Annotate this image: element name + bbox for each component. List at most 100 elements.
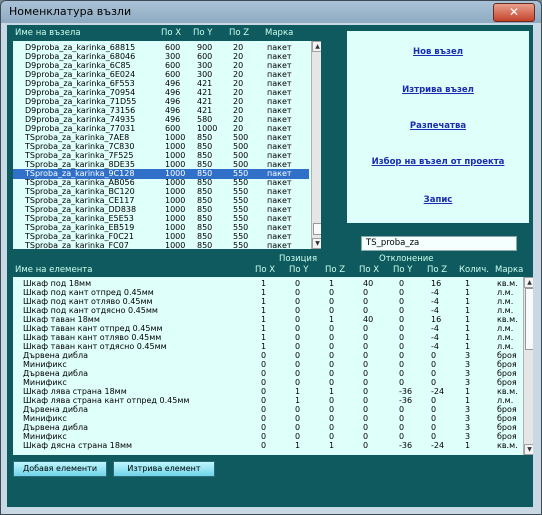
element-row[interactable]: Шкаф под кант отдясно 0.45мм 1 0 0 0 0 -4 1 л.м. xyxy=(13,306,521,316)
element-row[interactable]: Шкаф таван 18мм 1 0 1 40 0 16 1 кв.м. xyxy=(13,315,521,325)
node-name: TSproba_za_karinka_DD838 xyxy=(25,205,137,214)
element-row[interactable]: Минификс 0 0 0 0 0 0 3 броя xyxy=(13,414,521,424)
scroll-down-button[interactable]: ▼ xyxy=(312,238,321,249)
element-pos-z: 0 xyxy=(329,333,335,342)
node-x: 496 xyxy=(165,79,181,88)
node-row[interactable]: D9proba_za_karinka_6E024 600 300 20 пакет xyxy=(13,70,309,80)
element-row[interactable]: Шкаф таван кант отляво 0.45мм 1 0 0 0 0 -4 1 л.м… xyxy=(13,333,521,343)
nodes-list[interactable]: TSproba_za_karinka_FC07 1000 850 550 пакет TS… xyxy=(13,41,321,249)
node-row[interactable]: TSproba_za_karinka_8DE35 1000 850 500 пакет xyxy=(13,160,309,170)
node-row[interactable]: TSproba_za_karinka_BC120 1000 850 550 пакет xyxy=(13,187,309,197)
elements-header-dev-x: По X xyxy=(359,265,380,275)
element-pos-x: 0 xyxy=(261,378,267,387)
node-row[interactable]: D9proba_za_karinka_6F553 496 421 20 пакет xyxy=(13,79,309,89)
node-row[interactable]: D9proba_za_karinka_70954 496 421 20 пакет xyxy=(13,88,309,98)
node-row[interactable]: D9proba_za_karinka_71D55 496 421 20 пакет xyxy=(13,97,309,107)
delete-node-link[interactable]: Изтрива възел xyxy=(363,85,513,95)
node-y: 850 xyxy=(197,133,213,142)
node-row[interactable]: D9proba_za_karinka_74935 496 580 20 пакет xyxy=(13,115,309,125)
print-link[interactable]: Разпечатва xyxy=(363,121,513,131)
elements-scroll-down-button[interactable]: ▼ xyxy=(524,444,533,455)
element-row[interactable]: Шкаф лява страна кант отпред 0.45мм 0 1 0 0 -… xyxy=(13,396,521,406)
node-name-field[interactable]: TS_proba_za xyxy=(361,236,517,251)
close-button[interactable]: ✕ xyxy=(493,3,535,22)
node-row[interactable]: TSproba_za_karinka_DD838 1000 850 550 пакет xyxy=(13,205,309,215)
element-pos-x: 1 xyxy=(261,342,267,351)
node-row[interactable]: D9proba_za_karinka_77031 600 1000 20 пакет xyxy=(13,124,309,134)
node-row[interactable]: TSproba_za_karinka_7AE8 1000 850 500 пакет xyxy=(13,133,309,143)
node-name: TSproba_za_karinka_E5E53 xyxy=(25,214,134,223)
element-pos-y: 0 xyxy=(295,306,301,315)
node-row[interactable]: TSproba_za_karinka_7C830 1000 850 500 пакет xyxy=(13,142,309,152)
node-y: 300 xyxy=(197,61,213,70)
delete-element-button[interactable]: Изтрива елемент xyxy=(113,461,215,477)
elements-list[interactable]: Шкаф дясна страна 18мм 0 1 1 0 -36 -24 1 кв.м. Ми… xyxy=(13,277,533,455)
node-row[interactable]: D9proba_za_karinka_73156 496 421 20 пакет xyxy=(13,106,309,116)
element-dev-x: 0 xyxy=(363,306,369,315)
elements-scroll-thumb[interactable] xyxy=(525,288,533,350)
element-name: Шкаф таван 18мм xyxy=(23,315,100,324)
element-row[interactable]: Шкаф таван кант отдясно 0.45мм 1 0 0 0 0 -4 1 л.… xyxy=(13,342,521,352)
element-row[interactable]: Шкаф лява страна 18мм 0 1 1 0 -36 -24 1 кв.м. xyxy=(13,387,521,397)
node-y: 850 xyxy=(197,187,213,196)
node-brand: пакет xyxy=(267,88,292,97)
node-row[interactable]: TSproba_za_karinka_AB056 1000 850 550 пакет xyxy=(13,178,309,188)
elements-header-dev-y: По Y xyxy=(393,265,413,275)
element-row[interactable]: Минификс 0 0 0 0 0 0 3 броя xyxy=(13,360,521,370)
add-elements-button[interactable]: Добавя елементи xyxy=(13,461,107,477)
elements-scrollbar[interactable]: ▲ ▼ xyxy=(523,277,533,455)
elements-header-pos-z: По Z xyxy=(325,265,346,275)
node-row[interactable]: D9proba_za_karinka_68046 300 600 20 пакет xyxy=(13,52,309,62)
node-brand: пакет xyxy=(267,187,292,196)
select-from-project-link[interactable]: Избор на възел от проекта xyxy=(363,157,513,167)
element-brand: броя xyxy=(497,423,517,432)
node-name: D9proba_za_karinka_73156 xyxy=(25,106,136,115)
scroll-up-button[interactable]: ▲ xyxy=(312,41,321,52)
element-row[interactable]: Шкаф дясна страна 18мм 0 1 1 0 -36 -24 1 кв.м. xyxy=(13,441,521,451)
node-row[interactable]: TSproba_za_karinka_CE117 1000 850 550 пакет xyxy=(13,196,309,206)
element-pos-x: 0 xyxy=(261,405,267,414)
new-node-link[interactable]: Нов възел xyxy=(363,47,513,57)
node-row[interactable]: TSproba_za_karinka_EB519 1000 850 550 пакет xyxy=(13,223,309,233)
node-row[interactable]: D9proba_za_karinka_68815 600 900 20 пакет xyxy=(13,43,309,53)
scroll-thumb[interactable] xyxy=(313,223,321,235)
element-row[interactable]: Дървена дибла 0 0 0 0 0 0 3 броя xyxy=(13,405,521,415)
node-row[interactable]: TSproba_za_karinka_E5E53 1000 850 550 пакет xyxy=(13,214,309,224)
element-qty: 1 xyxy=(465,315,471,324)
nodes-header-x: По X xyxy=(161,28,182,38)
element-name: Шкаф под кант отляво 0.45мм xyxy=(23,297,153,306)
element-dev-y: 0 xyxy=(399,324,405,333)
element-row[interactable]: Минификс 0 0 0 0 0 0 3 броя xyxy=(13,378,521,388)
node-x: 600 xyxy=(165,124,181,133)
node-y: 850 xyxy=(197,169,213,178)
element-row[interactable]: Дървена дибла 0 0 0 0 0 0 3 броя xyxy=(13,351,521,361)
node-row[interactable]: TSproba_za_karinka_9C128 1000 850 550 пакет xyxy=(13,169,309,179)
node-z: 550 xyxy=(233,187,249,196)
element-brand: кв.м. xyxy=(497,315,518,324)
node-row[interactable]: TSproba_za_karinka_FC07 1000 850 550 пакет xyxy=(13,241,309,249)
element-row[interactable]: Дървена дибла 0 0 0 0 0 0 3 броя xyxy=(13,369,521,379)
nodes-scrollbar[interactable]: ▲ ▼ xyxy=(311,41,321,249)
node-x: 496 xyxy=(165,97,181,106)
node-x: 1000 xyxy=(165,142,186,151)
element-row[interactable]: Шкаф под кант отпред 0.45мм 1 0 0 0 0 -4 1 л.м. xyxy=(13,288,521,298)
elements-scroll-up-button[interactable]: ▲ xyxy=(524,277,533,288)
node-row[interactable]: TSproba_za_karinka_7F525 1000 850 500 пакет xyxy=(13,151,309,161)
element-dev-z: 0 xyxy=(431,369,437,378)
element-pos-z: 0 xyxy=(329,405,335,414)
node-row[interactable]: D9proba_za_karinka_6C85 600 300 20 пакет xyxy=(13,61,309,71)
element-row[interactable]: Минификс 0 0 0 0 0 0 3 броя xyxy=(13,432,521,442)
node-z: 550 xyxy=(233,223,249,232)
title-bar[interactable]: Номенклатура възли ✕ xyxy=(1,1,541,23)
element-dev-z: 0 xyxy=(431,432,437,441)
element-dev-x: 0 xyxy=(363,432,369,441)
element-row[interactable]: Шкаф под 18мм 1 0 1 40 0 16 1 кв.м. xyxy=(13,279,521,289)
element-row[interactable]: Дървена дибла 0 0 0 0 0 0 3 броя xyxy=(13,423,521,433)
element-row[interactable]: Шкаф таван кант отпред 0.45мм 1 0 0 0 0 -4 1 л.м… xyxy=(13,324,521,334)
element-dev-x: 0 xyxy=(363,288,369,297)
element-pos-y: 0 xyxy=(295,288,301,297)
save-link[interactable]: Запис xyxy=(363,195,513,205)
node-row[interactable]: TSproba_za_karinka_F0C21 1000 850 550 пакет xyxy=(13,232,309,242)
element-pos-x: 0 xyxy=(261,360,267,369)
element-row[interactable]: Шкаф под кант отляво 0.45мм 1 0 0 0 0 -4 1 л.м. xyxy=(13,297,521,307)
